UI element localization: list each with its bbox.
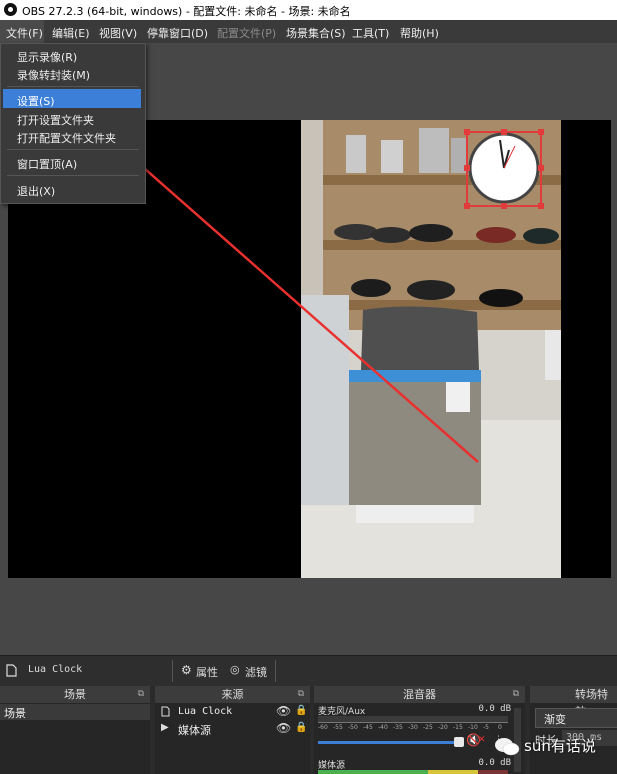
dock-float-icon[interactable]: ⧉ <box>298 686 304 703</box>
watermark: sun有话说 <box>494 734 612 758</box>
sources-title: 来源 <box>221 688 244 701</box>
meter-ticks: -60 -55 -50 -45 -40 -35 -30 -25 -20 -15 -10 -5 0 <box>318 724 513 734</box>
sources-dock: 来源 ⧉ Lua Clock 👁 🔒 ▶ 媒体源 👁 🔒 <box>155 686 310 774</box>
menu-open-settings-folder[interactable]: 打开设置文件夹 <box>17 112 94 128</box>
transitions-dock: 转场特效 渐变 时长 300 ms <box>530 686 617 774</box>
mixer-channel-db: 0.0 dB <box>478 704 511 714</box>
meter-tick-label: -5 <box>483 724 489 731</box>
filters-button[interactable]: 滤镜 <box>245 664 267 680</box>
toolbar-divider <box>172 660 173 682</box>
volume-slider-handle[interactable] <box>454 737 464 747</box>
source-item-label: 媒体源 <box>178 724 211 737</box>
mute-x-icon: ✕ <box>478 735 486 745</box>
menu-exit[interactable]: 退出(X) <box>17 183 55 199</box>
wechat-icon <box>495 738 520 756</box>
scenes-dock: 场景 ⧉ 场景 <box>0 686 150 774</box>
lock-icon[interactable]: 🔒 <box>295 722 307 733</box>
meter-tick-label: -40 <box>378 724 388 731</box>
source-item[interactable]: Lua Clock 👁 🔒 <box>155 704 310 720</box>
source-toolbar: Lua Clock ⚙ 属性 ◎ 滤镜 <box>0 655 617 686</box>
menu-separator <box>7 175 139 176</box>
gear-icon[interactable]: ⚙ <box>181 663 192 677</box>
source-item[interactable]: ▶ 媒体源 👁 🔒 <box>155 721 310 737</box>
lock-icon[interactable]: 🔒 <box>295 705 307 716</box>
properties-button[interactable]: 属性 <box>196 664 218 680</box>
meter-tick-label: -55 <box>333 724 343 731</box>
file-icon <box>161 706 170 717</box>
watermark-text: sun有话说 <box>524 737 596 755</box>
meter-tick-label: 0 <box>498 724 502 731</box>
mixer-header: 混音器 ⧉ <box>314 686 525 703</box>
volume-meter-yellow <box>428 770 478 774</box>
transition-select[interactable]: 渐变 <box>535 708 617 728</box>
scenes-title: 场景 <box>64 688 86 701</box>
menu-show-recordings[interactable]: 显示录像(R) <box>17 49 77 65</box>
volume-slider-fill <box>318 741 458 744</box>
source-item-label: Lua Clock <box>178 706 233 717</box>
meter-tick-label: -35 <box>393 724 403 731</box>
scenes-header: 场景 ⧉ <box>0 686 150 703</box>
volume-meter-red <box>478 770 508 774</box>
meter-tick-label: -20 <box>438 724 448 731</box>
menu-separator <box>7 149 139 150</box>
dock-float-icon[interactable]: ⧉ <box>513 686 519 703</box>
transition-select-value: 渐变 <box>544 713 566 726</box>
file-icon <box>6 664 17 677</box>
selected-source-name: Lua Clock <box>28 664 83 675</box>
menu-separator <box>7 86 139 87</box>
meter-tick-label: -45 <box>363 724 373 731</box>
volume-meter <box>318 716 508 723</box>
mixer-channel-db: 0.0 dB <box>478 758 511 768</box>
toolbar-divider <box>275 660 276 682</box>
meter-tick-label: -15 <box>453 724 463 731</box>
visibility-eye-icon[interactable]: 👁 <box>276 721 291 735</box>
transitions-header: 转场特效 <box>530 686 617 718</box>
meter-tick-label: -60 <box>318 724 328 731</box>
mixer-title: 混音器 <box>403 688 436 701</box>
meter-tick-label: -50 <box>348 724 358 731</box>
meter-tick-label: -25 <box>423 724 433 731</box>
dock-float-icon[interactable]: ⧉ <box>138 686 144 703</box>
meter-tick-label: -30 <box>408 724 418 731</box>
menu-open-profile-folder[interactable]: 打开配置文件文件夹 <box>17 130 116 146</box>
filter-icon[interactable]: ◎ <box>230 663 240 676</box>
scene-item[interactable]: 场景 <box>0 704 150 720</box>
sources-header: 来源 ⧉ <box>155 686 310 703</box>
menu-always-on-top[interactable]: 窗口置顶(A) <box>17 156 77 172</box>
visibility-eye-icon[interactable]: 👁 <box>276 704 291 718</box>
menu-settings[interactable]: 设置(S) <box>17 93 55 109</box>
meter-tick-label: -10 <box>468 724 478 731</box>
mixer-dock: 混音器 ⧉ 麦克风/Aux 0.0 dB -60 -55 -50 -45 -40 -35-… <box>314 686 525 774</box>
scene-item-label: 场景 <box>4 707 26 720</box>
volume-meter-green <box>318 770 428 774</box>
file-menu-dropdown: 显示录像(R) 录像转封装(M) 设置(S) 打开设置文件夹 打开配置文件文件夹… <box>0 43 146 204</box>
menu-remux[interactable]: 录像转封装(M) <box>17 67 90 83</box>
play-icon: ▶ <box>161 722 169 733</box>
